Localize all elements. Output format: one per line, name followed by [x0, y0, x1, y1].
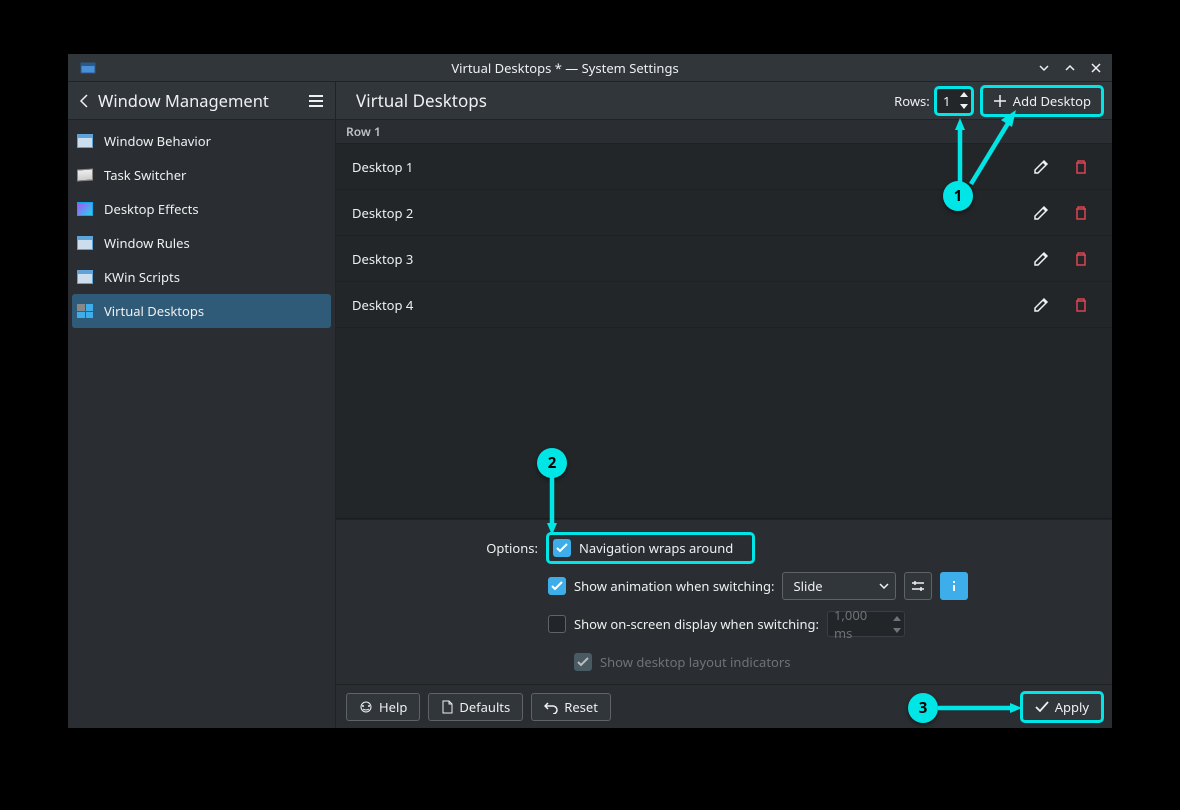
back-button[interactable] — [72, 82, 98, 119]
header: Window Management Virtual Desktops Rows:… — [68, 82, 1112, 120]
help-button[interactable]: Help — [346, 693, 420, 721]
trash-icon — [1074, 159, 1088, 175]
trash-icon — [1074, 205, 1088, 221]
maximize-button[interactable] — [1060, 58, 1080, 78]
options-label: Options: — [346, 539, 538, 557]
show-layout-label: Show desktop layout indicators — [600, 653, 790, 671]
content: Row 1 Desktop 1 Desktop 2 Desktop 3 — [336, 120, 1112, 728]
kwin-scripts-icon — [76, 269, 94, 285]
desktop-effects-icon — [76, 201, 94, 217]
help-icon — [359, 700, 373, 714]
sidebar: Window Behavior Task Switcher Desktop Ef… — [68, 120, 336, 728]
delete-button[interactable] — [1066, 152, 1096, 182]
desktop-row[interactable]: Desktop 3 — [336, 236, 1112, 282]
delete-button[interactable] — [1066, 244, 1096, 274]
pencil-icon — [1033, 205, 1049, 221]
sliders-icon — [911, 579, 925, 593]
show-anim-label: Show animation when switching: — [574, 577, 774, 595]
nav-wraps-option[interactable]: Navigation wraps around — [548, 534, 753, 562]
check-icon — [1035, 701, 1049, 713]
sidebar-item-task-switcher[interactable]: Task Switcher — [68, 158, 335, 192]
undo-icon — [544, 700, 558, 714]
pencil-icon — [1033, 159, 1049, 175]
reset-button[interactable]: Reset — [531, 693, 611, 721]
rows-down[interactable] — [957, 101, 971, 113]
info-icon — [948, 580, 960, 592]
desktop-list: Row 1 Desktop 1 Desktop 2 Desktop 3 — [336, 120, 1112, 519]
hamburger-menu[interactable] — [301, 82, 331, 119]
rows-up[interactable] — [957, 89, 971, 101]
window-title: Virtual Desktops * — System Settings — [102, 59, 1028, 77]
trash-icon — [1074, 251, 1088, 267]
osd-duration-spinbox: 1,000 ms — [827, 611, 905, 637]
nav-wraps-checkbox[interactable] — [553, 539, 571, 557]
plus-icon — [993, 94, 1007, 108]
animation-info-button[interactable] — [940, 572, 968, 600]
minimize-button[interactable] — [1034, 58, 1054, 78]
animation-select[interactable]: Slide — [782, 572, 896, 600]
sidebar-item-window-behavior[interactable]: Window Behavior — [68, 124, 335, 158]
titlebar: Virtual Desktops * — System Settings — [68, 54, 1112, 82]
show-layout-checkbox — [574, 653, 592, 671]
window-rules-icon — [76, 235, 94, 251]
trash-icon — [1074, 297, 1088, 313]
rows-value: 1 — [937, 92, 957, 110]
app-icon — [80, 60, 96, 76]
rename-button[interactable] — [1026, 290, 1056, 320]
show-osd-label: Show on-screen display when switching: — [574, 615, 819, 633]
settings-window: Virtual Desktops * — System Settings Win… — [67, 53, 1113, 729]
rows-label: Rows: — [894, 92, 930, 110]
rename-button[interactable] — [1026, 198, 1056, 228]
sidebar-item-kwin-scripts[interactable]: KWin Scripts — [68, 260, 335, 294]
close-button[interactable] — [1086, 58, 1106, 78]
page-title: Virtual Desktops — [356, 89, 487, 112]
desktop-row[interactable]: Desktop 1 — [336, 144, 1112, 190]
pencil-icon — [1033, 251, 1049, 267]
show-osd-checkbox[interactable] — [548, 615, 566, 633]
footer: Help Defaults Reset Apply — [336, 684, 1112, 728]
rename-button[interactable] — [1026, 152, 1056, 182]
rename-button[interactable] — [1026, 244, 1056, 274]
row-header: Row 1 — [336, 120, 1112, 144]
options-panel: Options: Navigation wraps around Show an… — [336, 519, 1112, 684]
chevron-down-icon — [879, 583, 889, 589]
add-desktop-button[interactable]: Add Desktop — [982, 87, 1102, 115]
defaults-button[interactable]: Defaults — [428, 693, 523, 721]
desktop-row[interactable]: Desktop 4 — [336, 282, 1112, 328]
configure-animation-button[interactable] — [904, 572, 932, 600]
sidebar-item-desktop-effects[interactable]: Desktop Effects — [68, 192, 335, 226]
window-behavior-icon — [76, 133, 94, 149]
sidebar-item-window-rules[interactable]: Window Rules — [68, 226, 335, 260]
pencil-icon — [1033, 297, 1049, 313]
delete-button[interactable] — [1066, 290, 1096, 320]
task-switcher-icon — [76, 167, 94, 183]
add-desktop-label: Add Desktop — [1013, 92, 1091, 110]
sidebar-item-virtual-desktops[interactable]: Virtual Desktops — [72, 294, 331, 328]
desktop-row[interactable]: Desktop 2 — [336, 190, 1112, 236]
document-icon — [441, 700, 453, 714]
show-anim-checkbox[interactable] — [548, 577, 566, 595]
apply-button[interactable]: Apply — [1022, 693, 1102, 721]
breadcrumb[interactable]: Window Management — [98, 89, 301, 112]
delete-button[interactable] — [1066, 198, 1096, 228]
rows-spinbox[interactable]: 1 — [936, 88, 972, 114]
virtual-desktops-icon — [76, 303, 94, 319]
